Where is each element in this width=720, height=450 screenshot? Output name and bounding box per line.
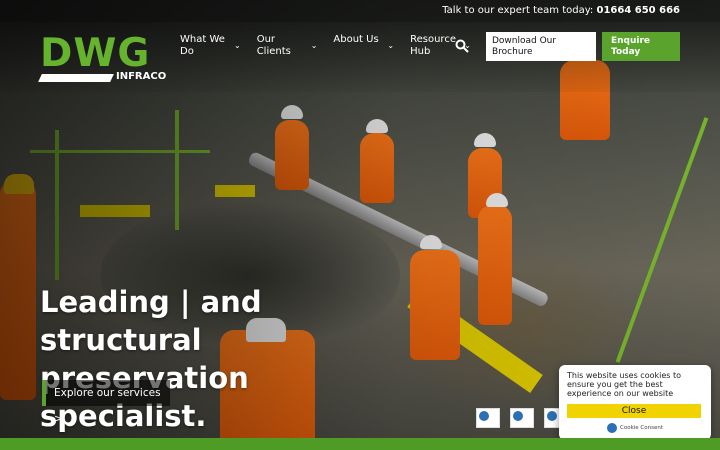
explore-services-button[interactable]: Explore our services >: [42, 380, 170, 425]
bottom-green-strip: [0, 438, 720, 450]
hero-headline: Leading | and structural preservation sp…: [40, 283, 420, 435]
headline-line-1: Leading | and structural: [40, 285, 262, 357]
cookie-provider: Cookie Consent: [620, 425, 663, 431]
main-nav: What We Do ⌄ Our Clients ⌄ About Us ⌄ Re…: [180, 34, 487, 58]
top-contact-bar: Talk to our expert team today: 01664 650…: [0, 0, 720, 22]
download-brochure-button[interactable]: Download Our Brochure: [486, 32, 596, 61]
search-icon[interactable]: [455, 39, 469, 53]
cookie-close-button[interactable]: Close: [567, 404, 701, 418]
nav-label: What We Do: [180, 34, 225, 57]
logo-bar: [38, 74, 114, 82]
site-header: DWG INFRACO What We Do ⌄ Our Clients ⌄ A…: [0, 22, 720, 92]
logo-subtitle: INFRACO: [116, 71, 167, 82]
nav-item-about-us[interactable]: About Us ⌄: [333, 34, 394, 58]
phone-link[interactable]: 01664 650 666: [596, 5, 680, 16]
dwg-logo[interactable]: DWG INFRACO: [38, 31, 166, 86]
chevron-down-icon: ⌄: [387, 41, 395, 50]
chevron-down-icon: ⌄: [310, 41, 318, 50]
accreditation-badge-icon: [510, 408, 534, 428]
cookie-consent-link[interactable]: Cookie Consent: [567, 422, 703, 434]
cookie-banner: This website uses cookies to ensure you …: [559, 365, 711, 440]
enquire-today-button[interactable]: Enquire Today: [602, 32, 680, 61]
chevron-down-icon: ⌄: [234, 41, 241, 50]
cookie-message: This website uses cookies to ensure you …: [567, 371, 682, 398]
nav-item-our-clients[interactable]: Our Clients ⌄: [257, 34, 318, 58]
contact-prefix: Talk to our expert team today:: [442, 5, 594, 16]
nav-label: Our Clients: [256, 34, 291, 57]
accreditation-badge-icon: [476, 408, 500, 428]
cookie-consent-logo-icon: [607, 422, 617, 433]
nav-label: About Us: [333, 34, 379, 45]
logo-wordmark: DWG: [40, 31, 151, 76]
nav-item-what-we-do[interactable]: What We Do ⌄: [180, 34, 241, 58]
